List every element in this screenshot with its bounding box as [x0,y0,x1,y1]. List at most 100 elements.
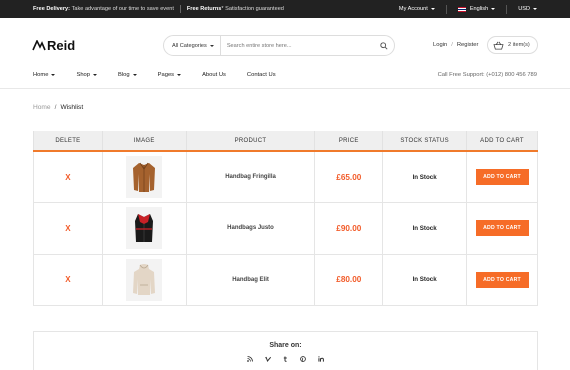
nav-home[interactable]: Home [33,72,56,78]
share-icons [34,356,537,362]
stock-cell: In Stock [382,150,468,203]
header-add-to-cart: ADD TO CART [466,131,538,152]
category-select[interactable]: All Categories [164,36,221,55]
image-cell [101,253,187,306]
delete-button[interactable]: X [65,275,70,284]
nav-blog[interactable]: Blog [118,72,137,78]
table-row: X Handbags Justo £90.00 In Stock ADD TO … [33,202,538,255]
search-button[interactable] [374,41,394,50]
product-price: £90.00 [336,223,362,233]
stock-status: In Stock [412,173,437,181]
nav-shop-label: Shop [76,72,91,78]
search-bar: All Categories [163,35,395,56]
slash: / [54,104,57,111]
support-phone: Call Free Support: (+012) 800 456 789 [437,72,537,78]
chevron-down-icon [132,74,137,76]
header-delete: DELETE [33,131,103,152]
header-price: PRICE [314,131,384,152]
beige-hoodie-icon [133,263,156,295]
table-header: DELETE IMAGE PRODUCT PRICE STOCK STATUS … [33,131,538,152]
language-dropdown[interactable]: English [457,6,496,12]
nav-contact-label: Contact Us [246,72,276,78]
returns-label: Free Returns [186,6,222,12]
search-input[interactable] [220,42,374,49]
chevron-down-icon [430,8,435,10]
price-cell: £80.00 [314,253,384,306]
search-icon [380,41,388,50]
currency-label: USD [518,6,530,12]
add-to-cart-button[interactable]: ADD TO CART [475,169,529,185]
basket-icon [493,41,504,50]
nav-blog-label: Blog [118,72,130,78]
divider [179,5,181,13]
product-price: £80.00 [336,275,362,285]
image-cell [101,150,187,203]
chevron-down-icon [209,44,214,47]
logo[interactable]: Reid [32,38,75,53]
nav-about-label: About Us [202,72,226,78]
header-product: PRODUCT [185,131,316,152]
delete-button[interactable]: X [65,224,70,233]
top-bar: Free Delivery: Take advantage of our tim… [0,0,570,18]
linkedin-icon[interactable] [318,356,324,362]
product-image[interactable] [126,207,163,250]
stock-cell: In Stock [382,253,468,306]
returns-text: * Satisfaction guaranteed [221,6,284,12]
cart-button[interactable]: 2 item(s) [487,36,538,54]
chevron-down-icon [491,8,496,10]
nav-pages[interactable]: Pages [157,72,182,78]
main-nav: Home Shop Blog Pages About Us Contact Us [33,72,297,78]
add-to-cart-button[interactable]: ADD TO CART [475,271,529,288]
chevron-down-icon [51,74,56,76]
chevron-down-icon [177,74,182,76]
nav-contact[interactable]: Contact Us [247,72,276,78]
logo-text: Reid [47,38,76,53]
delivery-text: Take advantage of our time to save event [71,6,174,12]
product-cell: Handbag Fringilla [185,150,316,203]
add-to-cart-button[interactable]: ADD TO CART [475,220,529,237]
slash: / [451,42,453,48]
account-links: Login / Register [433,42,478,48]
logo-mark-icon [32,40,46,51]
stock-cell: In Stock [382,202,468,255]
cart-cell: ADD TO CART [466,150,538,203]
rss-icon[interactable] [247,356,253,362]
chevron-down-icon [93,74,98,76]
login-link[interactable]: Login [433,42,447,48]
image-cell [101,202,187,255]
cart-count: 2 item(s) [508,42,530,48]
product-image[interactable] [126,156,163,198]
currency-dropdown[interactable]: USD [518,6,537,12]
uk-flag-icon [457,6,466,12]
my-account-dropdown[interactable]: My Account [399,6,435,12]
header-image: IMAGE [101,131,187,152]
stock-status: In Stock [412,276,437,284]
breadcrumb-home[interactable]: Home [33,104,51,111]
tumblr-icon[interactable] [283,356,288,362]
nav-shop[interactable]: Shop [76,72,98,78]
cart-cell: ADD TO CART [466,202,538,255]
black-red-vest-icon [135,214,154,243]
delete-cell: X [33,202,103,255]
nav-home-label: Home [33,72,49,78]
delivery-label: Free Delivery: [33,6,71,12]
nav-about[interactable]: About Us [202,72,226,78]
delete-cell: X [33,253,103,306]
product-cell: Handbags Justo [185,202,316,255]
stock-status: In Stock [412,224,437,232]
nav-pages-label: Pages [157,72,175,78]
product-image[interactable] [126,258,163,301]
product-name[interactable]: Handbag Fringilla [225,174,276,180]
product-cell: Handbag Elit [185,253,316,306]
register-link[interactable]: Register [457,42,479,48]
delete-button[interactable]: X [65,173,70,182]
price-cell: £90.00 [314,202,384,255]
pinterest-icon[interactable] [300,356,306,362]
product-name[interactable]: Handbag Elit [232,277,269,283]
divider [506,4,508,14]
vimeo-icon[interactable] [265,356,271,362]
breadcrumb: Home / Wishlist [33,104,83,111]
product-name[interactable]: Handbags Justo [227,225,274,231]
category-label: All Categories [172,42,207,49]
chevron-down-icon [533,8,537,10]
